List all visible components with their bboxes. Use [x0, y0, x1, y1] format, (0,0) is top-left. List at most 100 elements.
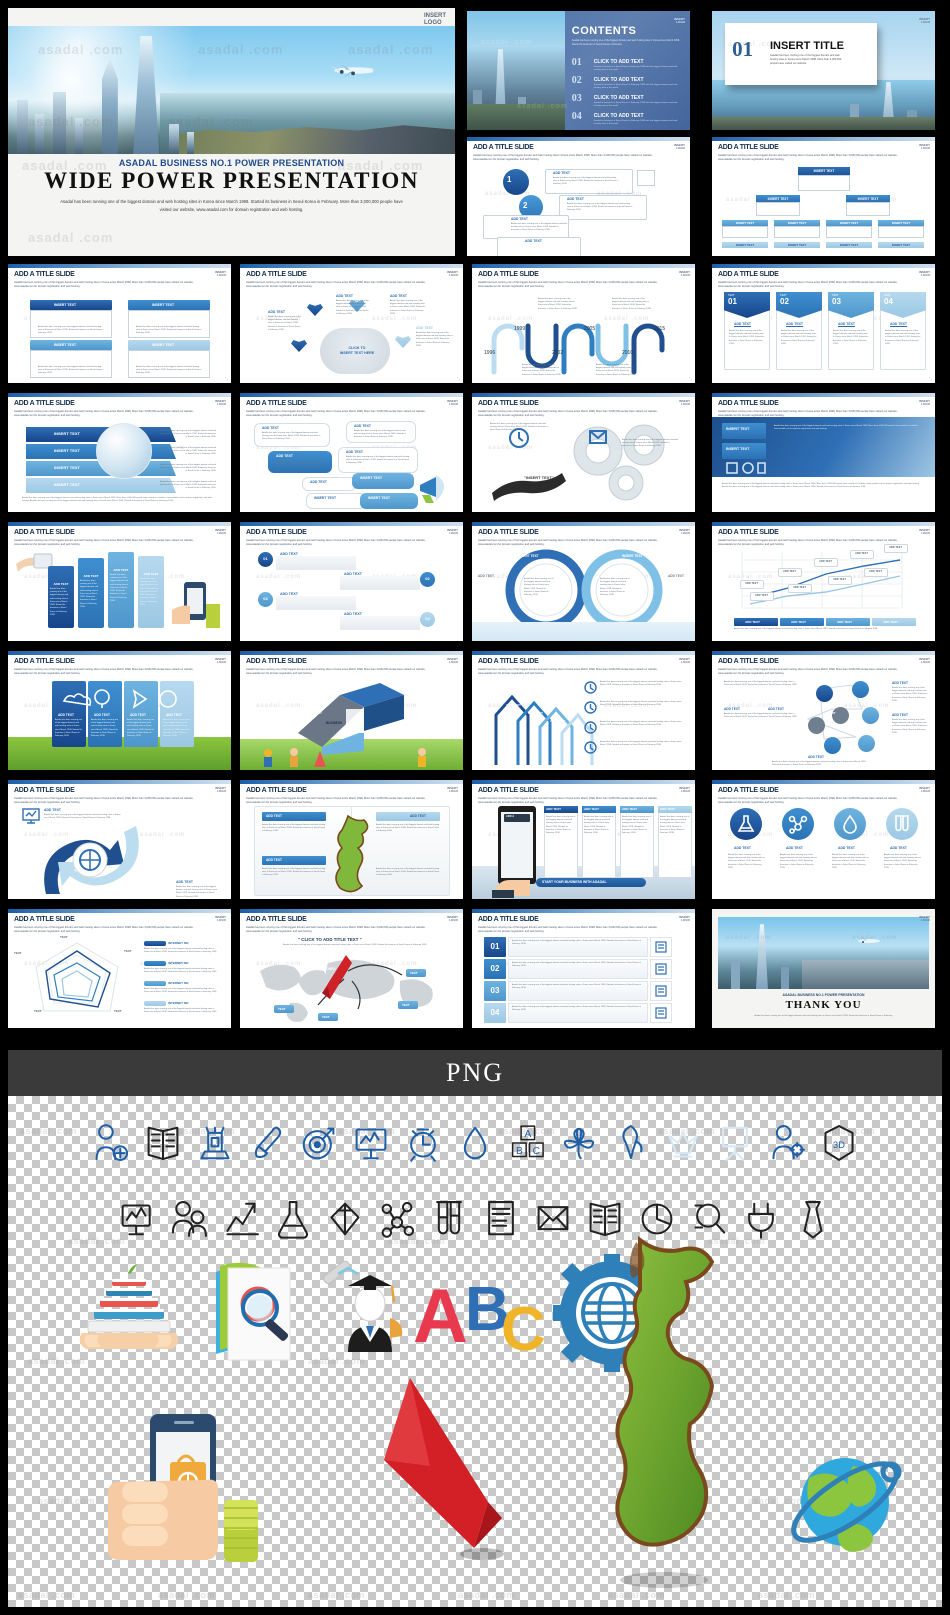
org-node-label: INSERT TEXT: [787, 221, 807, 225]
element-label: ADD TEXT: [783, 570, 796, 574]
contents-item[interactable]: 04 CLICK TO ADD TEXT Started its busines…: [572, 111, 685, 129]
thumb-slide[interactable]: ADD A TITLE SLIDE Asadal has been running…: [472, 780, 695, 899]
org-node[interactable]: INSERT TEXT: [878, 242, 924, 248]
item-label: CLICK TO ADD TEXT: [593, 95, 644, 101]
body-text: Asadal has been running one of the bigge…: [416, 332, 453, 347]
insert-logo-placeholder[interactable]: INSERT LOGO: [215, 786, 226, 793]
insert-logo-placeholder[interactable]: INSERT LOGO: [424, 13, 446, 26]
insert-logo-placeholder[interactable]: INSERT LOGO: [215, 399, 226, 406]
insert-logo-placeholder[interactable]: INSERT LOGO: [679, 399, 690, 406]
thumb-slide[interactable]: ADD A TITLE SLIDE Asadal has been running…: [240, 522, 463, 641]
thumb-slide[interactable]: ADD A TITLE SLIDE Asadal has been running…: [712, 393, 935, 512]
bar-label: ADD TEXT: [113, 568, 129, 572]
contents-item[interactable]: 01 CLICK TO ADD TEXT Started its busines…: [572, 57, 685, 75]
plug-icon: [742, 1197, 780, 1241]
thumb-slide[interactable]: ADD A TITLE SLIDE Asadal has been running…: [8, 651, 231, 770]
slide-accent-bar: [8, 909, 231, 913]
thumb-slide[interactable]: ADD A TITLE SLIDE Asadal has been running…: [8, 522, 231, 641]
insert-logo-placeholder[interactable]: INSERT LOGO: [919, 915, 930, 922]
building: [16, 100, 28, 154]
thumb-slide[interactable]: ADD A TITLE SLIDE Asadal has been running…: [712, 651, 935, 770]
org-node[interactable]: INSERT TEXT: [826, 242, 872, 248]
slide-title: ADD A TITLE SLIDE: [718, 400, 779, 407]
org-node[interactable]: INSERT TEXT: [846, 195, 890, 202]
insert-logo-placeholder[interactable]: INSERT LOGO: [447, 657, 458, 664]
insert-logo-placeholder[interactable]: INSERT LOGO: [215, 528, 226, 535]
insert-logo-placeholder[interactable]: INSERT LOGO: [447, 270, 458, 277]
thumb-slide[interactable]: ADD A TITLE SLIDE Asadal has been running…: [8, 393, 231, 512]
org-node-body: [798, 175, 850, 191]
body-text: Asadal has been running one of the bigge…: [38, 326, 104, 335]
thumb-slide[interactable]: ADD A TITLE SLIDE Asadal has been running…: [472, 651, 695, 770]
body-text: Asadal has been running one of the bigge…: [354, 430, 406, 439]
org-node[interactable]: INSERT TEXT: [722, 242, 768, 248]
insert-logo-placeholder[interactable]: INSERT LOGO: [447, 399, 458, 406]
insert-logo-placeholder[interactable]: INSERT LOGO: [679, 528, 690, 535]
thumb-slide[interactable]: ADD A TITLE SLIDE Asadal has been running…: [472, 522, 695, 641]
element-label: ADD TEXT: [338, 679, 354, 683]
insert-logo-placeholder[interactable]: INSERT LOGO: [919, 17, 930, 24]
thumb-slide[interactable]: ADD A TITLE SLIDE Asadal has been running…: [8, 909, 231, 1028]
insert-logo-placeholder[interactable]: INSERT LOGO: [674, 17, 685, 24]
org-node-label: INSERT TEXT: [857, 196, 879, 201]
slide-title: ADD A TITLE SLIDE: [718, 787, 779, 794]
thumb-slide[interactable]: ADD A TITLE SLIDE Asadal has been running…: [240, 909, 463, 1028]
slide-accent-bar: [712, 137, 935, 141]
contents-item[interactable]: 03 CLICK TO ADD TEXT Started its busines…: [572, 93, 685, 111]
insert-logo-placeholder[interactable]: INSERT LOGO: [215, 915, 226, 922]
insert-logo-placeholder[interactable]: INSERT LOGO: [679, 786, 690, 793]
thumb-slide[interactable]: ADD A TITLE SLIDE Asadal has been running…: [240, 780, 463, 899]
thumb-slide[interactable]: ADD A TITLE SLIDE Asadal has been running…: [240, 651, 463, 770]
thumb-slide[interactable]: INSERT LOGO ASADAL BUSINESS NO.1 POWER PRE…: [712, 909, 935, 1028]
thumb-slide[interactable]: ADD A TITLE SLIDE Asadal has been running…: [472, 264, 695, 383]
thumb-slide[interactable]: ADD A TITLE SLIDE Asadal has been runnin…: [467, 137, 690, 256]
insert-logo-placeholder[interactable]: INSERT LOGO: [919, 528, 930, 535]
contents-item[interactable]: 02 CLICK TO ADD TEXT Started its busines…: [572, 75, 685, 93]
org-node[interactable]: INSERT TEXT: [774, 242, 820, 248]
insert-logo-placeholder[interactable]: INSERT LOGO: [919, 786, 930, 793]
slide-accent-bar: [712, 651, 935, 655]
body-text: Asadal has been running one of the bigge…: [885, 330, 921, 345]
body-text: Asadal has been running one of the bigge…: [44, 814, 121, 820]
thumb-slide[interactable]: ADD A TITLE SLIDE Asadal has been running…: [712, 264, 935, 383]
contents-slide[interactable]: INSERT LOGO CONTENTS Asadal has been runn…: [467, 11, 690, 130]
insert-logo-placeholder[interactable]: INSERT LOGO: [919, 399, 930, 406]
body-text: Asadal has been running one of the bigge…: [724, 713, 797, 719]
insert-logo-placeholder[interactable]: INSERT LOGO: [447, 528, 458, 535]
network-node: [862, 707, 879, 724]
insert-logo-placeholder[interactable]: INSERT LOGO: [215, 657, 226, 664]
slide-title: ADD A TITLE SLIDE: [478, 400, 539, 407]
insert-logo-placeholder[interactable]: INSERT LOGO: [919, 143, 930, 150]
insert-logo-placeholder[interactable]: INSERT LOGO: [215, 270, 226, 277]
shape: [722, 423, 766, 439]
insert-logo-placeholder[interactable]: INSERT LOGO: [919, 657, 930, 664]
thumb-slide[interactable]: ADD A TITLE SLIDE Asadal has been running…: [712, 522, 935, 641]
org-node[interactable]: INSERT TEXT: [798, 167, 850, 175]
thumb-slide[interactable]: ADD A TITLE SLIDE Asadal has been running…: [472, 909, 695, 1028]
thumb-slide[interactable]: ADD A TITLE SLIDE Asadal has been running…: [712, 780, 935, 899]
insert-logo-placeholder[interactable]: INSERT LOGO: [679, 270, 690, 277]
thumb-slide[interactable]: ADD A TITLE SLIDE Asadal has been running…: [8, 264, 231, 383]
insert-logo-placeholder[interactable]: INSERT LOGO: [674, 143, 685, 150]
bar-label: ADD TEXT: [83, 574, 99, 578]
bar-label: ADD TEXT: [143, 572, 159, 576]
thumb-slide[interactable]: ADD A TITLE SLIDE Asadal has been runnin…: [712, 137, 935, 256]
thumb-slide[interactable]: ADD A TITLE SLIDE Asadal has been running…: [240, 393, 463, 512]
element-label: "INSERT TEXT": [524, 475, 554, 480]
thumb-slide[interactable]: ADD A TITLE SLIDE Asadal has been running…: [240, 264, 463, 383]
insert-logo-placeholder[interactable]: INSERT LOGO: [447, 915, 458, 922]
thumb-slide[interactable]: ADD A TITLE SLIDE Asadal has been running…: [8, 780, 231, 899]
insert-logo-placeholder[interactable]: INSERT LOGO: [447, 786, 458, 793]
element-label: ADD TEXT: [300, 687, 316, 691]
hero-slide[interactable]: asadal .com asadal .com asadal .com asad…: [8, 8, 455, 256]
insert-logo-placeholder[interactable]: INSERT LOGO: [679, 915, 690, 922]
network-node: [832, 707, 849, 724]
element-label: ADD TEXT: [837, 620, 852, 625]
org-node[interactable]: INSERT TEXT: [756, 195, 800, 202]
section-slide[interactable]: 01 INSERT TITLE Asadal has been running …: [712, 11, 935, 130]
insert-logo-placeholder[interactable]: INSERT LOGO: [919, 270, 930, 277]
element-label: INSERT TEXT: [622, 554, 643, 558]
insert-logo-placeholder[interactable]: INSERT LOGO: [679, 657, 690, 664]
thumb-slide[interactable]: ADD A TITLE SLIDE Asadal has been running…: [472, 393, 695, 512]
element-label: ADD TEXT: [668, 574, 684, 578]
